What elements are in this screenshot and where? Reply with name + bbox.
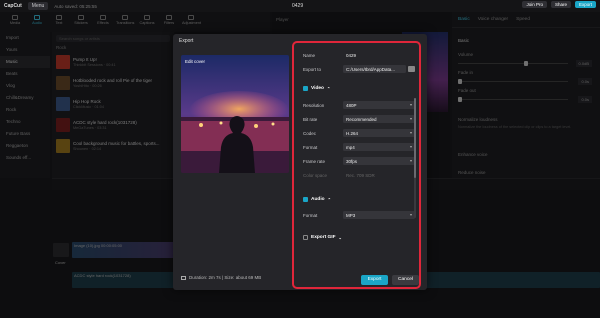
framerate-label: Frame rate (303, 158, 326, 164)
export-confirm-button[interactable]: Export (361, 275, 388, 285)
chevron-up-icon: ⌃ (327, 197, 331, 202)
app-logo: CapCut (4, 3, 22, 9)
title-bar: CapCut Menu Auto saved: 05:25:55 0429 Jo… (0, 0, 600, 12)
edit-cover-button[interactable]: Edit cover (185, 59, 205, 64)
chevron-down-icon: ▾ (409, 116, 412, 121)
menu-button[interactable]: Menu (27, 2, 49, 10)
export-dialog: Export Edit cover Name 0429 Export to C:… (173, 34, 427, 290)
audio-checkbox[interactable] (303, 197, 308, 202)
audio-format-label: Format (303, 212, 318, 218)
export-to-row: Export to C:/Users/Ibrd/AppData... (303, 65, 415, 73)
framerate-row: Frame rate 30fps ▾ (303, 157, 415, 165)
gif-checkbox[interactable] (303, 235, 308, 240)
export-to-label: Export to (303, 66, 322, 72)
resolution-label: Resolution (303, 102, 325, 108)
resolution-select[interactable]: 480P ▾ (343, 101, 415, 109)
codec-label: Codec (303, 130, 317, 136)
colorspace-label: Color space (303, 172, 328, 178)
export-summary: Duration: 2m 7s | Size: about 69 MB (181, 275, 261, 280)
bitrate-label: Bit rate (303, 116, 318, 122)
gif-section[interactable]: Export GIF ⌄ (303, 235, 342, 240)
export-button[interactable]: Export (574, 1, 596, 8)
chevron-down-icon: ▾ (409, 130, 412, 135)
name-field[interactable]: 0429 (343, 53, 415, 58)
chevron-down-icon: ⌄ (338, 235, 342, 240)
format-row: Format mp4 ▾ (303, 143, 415, 151)
bitrate-row: Bit rate Recommended ▾ (303, 115, 415, 123)
framerate-select[interactable]: 30fps ▾ (343, 157, 415, 165)
autosave-status: Auto saved: 05:25:55 (54, 3, 97, 9)
concert-image (181, 55, 289, 173)
settings-scrollbar[interactable] (414, 98, 416, 218)
codec-row: Codec H.264 ▾ (303, 129, 415, 137)
codec-select[interactable]: H.264 ▾ (343, 129, 415, 137)
chevron-down-icon: ▾ (409, 102, 412, 107)
duration-size-text: Duration: 2m 7s | Size: about 69 MB (189, 275, 262, 280)
export-settings-highlight: Name 0429 Export to C:/Users/Ibrd/AppDat… (292, 41, 421, 289)
name-row: Name 0429 (303, 51, 415, 59)
format-select[interactable]: mp4 ▾ (343, 143, 415, 151)
resolution-row: Resolution 480P ▾ (303, 101, 415, 109)
colorspace-value: Rec. 709 SDR (346, 172, 375, 178)
cancel-button[interactable]: Cancel (392, 275, 419, 285)
chevron-down-icon: ▾ (409, 212, 412, 217)
colorspace-row: Color space Rec. 709 SDR (303, 171, 415, 179)
chevron-down-icon: ▾ (409, 158, 412, 163)
export-to-field[interactable]: C:/Users/Ibrd/AppData... (343, 65, 406, 73)
join-pro-button[interactable]: Join Pro (522, 1, 547, 8)
share-button[interactable]: Share (550, 1, 571, 8)
chevron-up-icon: ⌃ (326, 86, 331, 91)
folder-icon[interactable] (408, 66, 415, 72)
cover-preview[interactable]: Edit cover (181, 55, 289, 173)
format-label: Format (303, 144, 318, 150)
video-section[interactable]: Video ⌃ (303, 86, 330, 91)
audio-format-select[interactable]: MP3 ▾ (343, 211, 415, 219)
chevron-down-icon: ▾ (409, 144, 412, 149)
film-icon (181, 275, 186, 280)
bitrate-select[interactable]: Recommended ▾ (343, 115, 415, 123)
project-title: 0429 (292, 3, 304, 9)
name-label: Name (303, 52, 316, 58)
video-checkbox[interactable] (303, 86, 308, 91)
audio-section[interactable]: Audio ⌃ (303, 197, 331, 202)
dialog-title: Export (179, 38, 194, 44)
audio-format-row: Format MP3 ▾ (303, 211, 415, 219)
